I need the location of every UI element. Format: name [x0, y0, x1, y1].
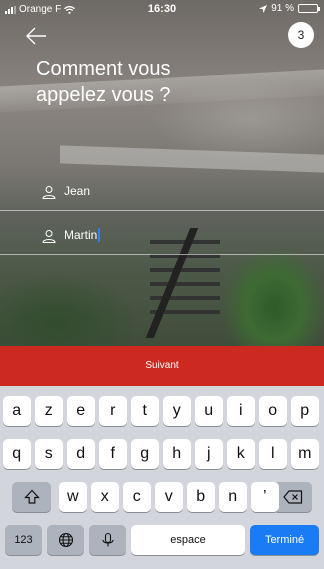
- shift-key[interactable]: [12, 482, 51, 512]
- key-p[interactable]: p: [291, 396, 319, 426]
- key-y[interactable]: y: [163, 396, 191, 426]
- key-d[interactable]: d: [67, 439, 95, 469]
- done-key[interactable]: Terminé: [250, 525, 319, 555]
- globe-icon: [58, 532, 73, 548]
- key-x[interactable]: x: [91, 482, 119, 512]
- key-t[interactable]: t: [131, 396, 159, 426]
- last-name-value: Martin: [64, 228, 98, 242]
- key-q[interactable]: q: [3, 439, 31, 469]
- key-m[interactable]: m: [291, 439, 319, 469]
- dictation-key[interactable]: [89, 525, 126, 555]
- key-l[interactable]: l: [259, 439, 287, 469]
- step-indicator: 3: [288, 22, 314, 48]
- key-s[interactable]: s: [35, 439, 63, 469]
- globe-key[interactable]: [47, 525, 84, 555]
- battery-percent: 91 %: [271, 3, 294, 14]
- name-entry-screen: Orange F 16:30 91 % 3 Comment vous appel…: [0, 0, 324, 569]
- backspace-icon: [282, 490, 302, 504]
- key-u[interactable]: u: [195, 396, 223, 426]
- key-f[interactable]: f: [99, 439, 127, 469]
- key-z[interactable]: z: [35, 396, 63, 426]
- first-name-value: Jean: [64, 184, 91, 198]
- microphone-icon: [101, 532, 114, 547]
- key-v[interactable]: v: [155, 482, 183, 512]
- key-apostrophe[interactable]: ’: [251, 482, 279, 512]
- numbers-key[interactable]: 123: [5, 525, 42, 555]
- space-key[interactable]: espace: [131, 525, 245, 555]
- text-cursor: [98, 228, 101, 242]
- page-title: Comment vous appelez vous ?: [36, 58, 171, 106]
- next-button[interactable]: Suivant: [0, 346, 324, 386]
- key-j[interactable]: j: [195, 439, 223, 469]
- key-n[interactable]: n: [219, 482, 247, 512]
- first-name-underline: [0, 210, 324, 211]
- shift-icon: [23, 489, 40, 504]
- user-icon: [42, 230, 56, 243]
- status-bar: Orange F 16:30 91 %: [0, 0, 324, 18]
- key-h[interactable]: h: [163, 439, 191, 469]
- key-g[interactable]: g: [131, 439, 159, 469]
- key-e[interactable]: e: [67, 396, 95, 426]
- delete-key[interactable]: [273, 482, 312, 512]
- last-name-underline: [0, 254, 324, 255]
- key-c[interactable]: c: [123, 482, 151, 512]
- last-name-input[interactable]: Martin: [64, 228, 101, 242]
- location-arrow-icon: [259, 4, 268, 13]
- last-name-field[interactable]: Martin: [0, 215, 324, 255]
- key-o[interactable]: o: [259, 396, 287, 426]
- key-b[interactable]: b: [187, 482, 215, 512]
- key-a[interactable]: a: [3, 396, 31, 426]
- user-icon: [42, 186, 56, 199]
- key-r[interactable]: r: [99, 396, 127, 426]
- key-k[interactable]: k: [227, 439, 255, 469]
- first-name-field[interactable]: Jean: [0, 171, 324, 211]
- key-i[interactable]: i: [227, 396, 255, 426]
- keyboard: azertyuiop qsdfghjklm w x c v b n’ 123 e…: [0, 386, 324, 569]
- battery-icon: [298, 4, 320, 13]
- back-arrow-icon[interactable]: [24, 24, 48, 48]
- key-w[interactable]: w: [59, 482, 87, 512]
